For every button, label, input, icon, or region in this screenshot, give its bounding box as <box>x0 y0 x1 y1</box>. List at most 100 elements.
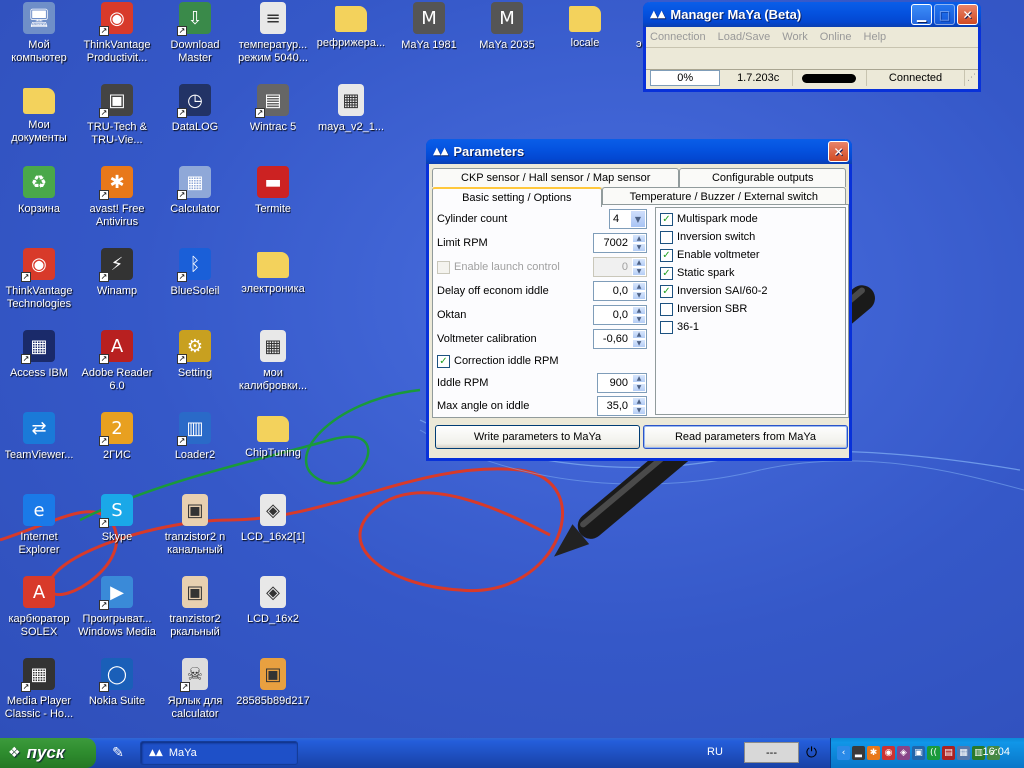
desktop-icon[interactable]: ▣ 28585b89d217 <box>234 656 312 736</box>
desktop-icon[interactable]: ▣ ↗ TRU-Tech & TRU-Vie... <box>78 82 156 162</box>
tray-app-icon[interactable]: ▦ <box>957 746 970 760</box>
desktop-icon[interactable]: ◈ LCD_16x2 <box>234 574 312 654</box>
menu-connection[interactable]: Connection <box>650 31 706 43</box>
desktop-icon[interactable]: ▥ ↗ Loader2 <box>156 410 234 490</box>
idle-rpm-value[interactable]: 900 <box>598 377 632 389</box>
desktop-icon[interactable]: ▬ Termite <box>234 164 312 244</box>
spin-down-icon[interactable]: ▼ <box>632 383 646 392</box>
spin-up-icon[interactable]: ▲ <box>632 282 646 291</box>
minimize-button[interactable]: ▁ <box>911 4 932 25</box>
desktop-icon[interactable]: ♻ Корзина <box>0 164 78 244</box>
desktop-icon[interactable]: 2 ↗ 2ГИС <box>78 410 156 490</box>
limit-rpm-stepper[interactable]: 7002 ▲ ▼ <box>593 233 647 253</box>
voltmeter-calibration-stepper[interactable]: -0,60 ▲ ▼ <box>593 329 647 349</box>
option-checkbox[interactable]: ✓ <box>660 248 673 262</box>
spin-down-icon[interactable]: ▼ <box>632 339 646 348</box>
tray-app-icon[interactable]: ▤ <box>942 746 955 760</box>
maximize-button[interactable]: □ <box>934 4 955 25</box>
correction-idle-checkbox[interactable]: ✓ <box>437 354 450 368</box>
spin-up-icon[interactable]: ▲ <box>632 330 646 339</box>
close-button[interactable]: ✕ <box>828 141 849 162</box>
tray-expand-icon[interactable]: ‹ <box>837 746 850 760</box>
oktan-value[interactable]: 0,0 <box>594 309 632 321</box>
delay-econom-stepper[interactable]: 0,0 ▲ ▼ <box>593 281 647 301</box>
spin-down-icon[interactable]: ▼ <box>632 315 646 324</box>
desktop-icon[interactable]: ⇄ TeamViewer... <box>0 410 78 490</box>
option-row[interactable]: ✓ Inversion SAI/60-2 <box>660 283 768 299</box>
delay-econom-value[interactable]: 0,0 <box>594 285 632 297</box>
option-row[interactable]: ✓ Enable voltmeter <box>660 247 760 263</box>
launch-control-value[interactable]: 0 <box>594 261 632 273</box>
tray-network-icon[interactable]: ▣ <box>912 746 925 760</box>
desktop-icon[interactable]: ◯ ↗ Nokia Suite <box>78 656 156 736</box>
desktop-icon[interactable]: ▦ мои калибровки... <box>234 328 312 408</box>
oktan-stepper[interactable]: 0,0 ▲ ▼ <box>593 305 647 325</box>
option-checkbox[interactable]: ✓ <box>660 284 673 298</box>
parameters-title-bar[interactable]: ▲▲ Parameters ✕ <box>426 139 852 164</box>
desktop-icon[interactable]: e Internet Explorer <box>0 492 78 572</box>
desktop-icon[interactable]: Мои документы <box>0 82 78 162</box>
menu-work[interactable]: Work <box>782 31 807 43</box>
desktop-icon[interactable]: M MaYa 2035 <box>468 0 546 80</box>
desktop-icon[interactable]: ◈ LCD_16x2[1] <box>234 492 312 572</box>
spin-up-icon[interactable]: ▲ <box>632 234 646 243</box>
desktop-icon[interactable]: ✱ ↗ avast! Free Antivirus <box>78 164 156 244</box>
spin-down-icon[interactable]: ▼ <box>632 291 646 300</box>
avast-tray-icon[interactable]: ✱ <box>867 746 880 760</box>
desktop-icon[interactable]: ⇩ ↗ Download Master <box>156 0 234 80</box>
option-checkbox[interactable] <box>660 320 673 334</box>
power-plug-icon[interactable]: ⏻ <box>806 745 817 761</box>
desktop-icon[interactable]: ☠ ↗ Ярлык для calculator <box>156 656 234 736</box>
wireless-icon[interactable]: (( <box>927 746 940 760</box>
spin-down-icon[interactable]: ▼ <box>632 243 646 252</box>
desktop-icon[interactable]: ChipTuning <box>234 410 312 490</box>
tray-app-icon[interactable]: ◉ <box>882 746 895 760</box>
read-parameters-button[interactable]: Read parameters from MaYa <box>643 425 848 449</box>
voltmeter-calibration-value[interactable]: -0,60 <box>594 333 632 345</box>
resize-grip-icon[interactable]: ⋰ <box>965 70 978 86</box>
partial-icon-label[interactable]: э <box>636 38 642 50</box>
desktop-icon[interactable]: рефрижера... <box>312 0 390 80</box>
close-button[interactable]: ✕ <box>957 4 978 25</box>
idle-rpm-stepper[interactable]: 900 ▲ ▼ <box>597 373 647 393</box>
tab-ckp-sensor[interactable]: CKP sensor / Hall sensor / Map sensor <box>432 168 680 187</box>
desktop-icon[interactable]: ▦ maya_v2_1... <box>312 82 390 162</box>
desktop-icon[interactable]: ▦ ↗ Calculator <box>156 164 234 244</box>
tray-app-icon[interactable]: ◈ <box>897 746 910 760</box>
desktop-icon[interactable]: M MaYa 1981 <box>390 0 468 80</box>
option-row[interactable]: ✓ Multispark mode <box>660 211 758 227</box>
option-row[interactable]: ✓ Static spark <box>660 265 734 281</box>
chevron-down-icon[interactable]: ▼ <box>630 210 646 228</box>
launch-control-stepper[interactable]: 0 ▲ ▼ <box>593 257 647 277</box>
spin-up-icon[interactable]: ▲ <box>632 258 646 267</box>
desktop-icon[interactable]: ⚙ ↗ Setting <box>156 328 234 408</box>
tab-configurable-outputs[interactable]: Configurable outputs <box>679 168 846 187</box>
start-button[interactable]: ❖ пуск <box>0 738 96 768</box>
menu-online[interactable]: Online <box>820 31 852 43</box>
desktop-icon[interactable]: ▣ tranzistor2 n канальный <box>156 492 234 572</box>
desktop-icon[interactable]: ▦ ↗ Access IBM <box>0 328 78 408</box>
desktop-icon[interactable]: ▦ ↗ Media Player Classic - Ho... <box>0 656 78 736</box>
desktop-icon[interactable]: Aкарбюратор SOLEX <box>0 574 78 654</box>
desktop-icon[interactable]: 🖥 Мой компьютер <box>0 0 78 80</box>
max-angle-value[interactable]: 35,0 <box>598 400 632 412</box>
desktop-icon[interactable]: электроника <box>234 246 312 326</box>
option-checkbox[interactable]: ✓ <box>660 266 673 280</box>
language-indicator[interactable]: RU <box>707 746 723 758</box>
taskbar-item-maya[interactable]: ▲▲ MaYa <box>140 741 298 765</box>
tray-address-field[interactable]: --- <box>744 742 799 763</box>
desktop-icon[interactable]: A ↗ Adobe Reader 6.0 <box>78 328 156 408</box>
clock[interactable]: 16:04 <box>982 746 1010 758</box>
spin-down-icon[interactable]: ▼ <box>632 267 646 276</box>
tab-basic-setting[interactable]: Basic setting / Options <box>432 187 602 207</box>
write-parameters-button[interactable]: Write parameters to MaYa <box>435 425 640 449</box>
desktop-icon[interactable]: ◉ ↗ ThinkVantage Productivit... <box>78 0 156 80</box>
launch-control-checkbox[interactable] <box>437 260 450 274</box>
manager-title-bar[interactable]: ▲▲ Manager MaYa (Beta) ▁ □ ✕ <box>643 2 981 27</box>
menu-help[interactable]: Help <box>864 31 887 43</box>
spin-up-icon[interactable]: ▲ <box>632 306 646 315</box>
cylinder-count-select[interactable]: 4 ▼ <box>609 209 647 229</box>
show-desktop-icon[interactable]: ✎ <box>112 745 124 761</box>
desktop-icon[interactable]: ◉ ↗ ThinkVantage Technologies <box>0 246 78 326</box>
option-row[interactable]: 36-1 <box>660 319 699 335</box>
